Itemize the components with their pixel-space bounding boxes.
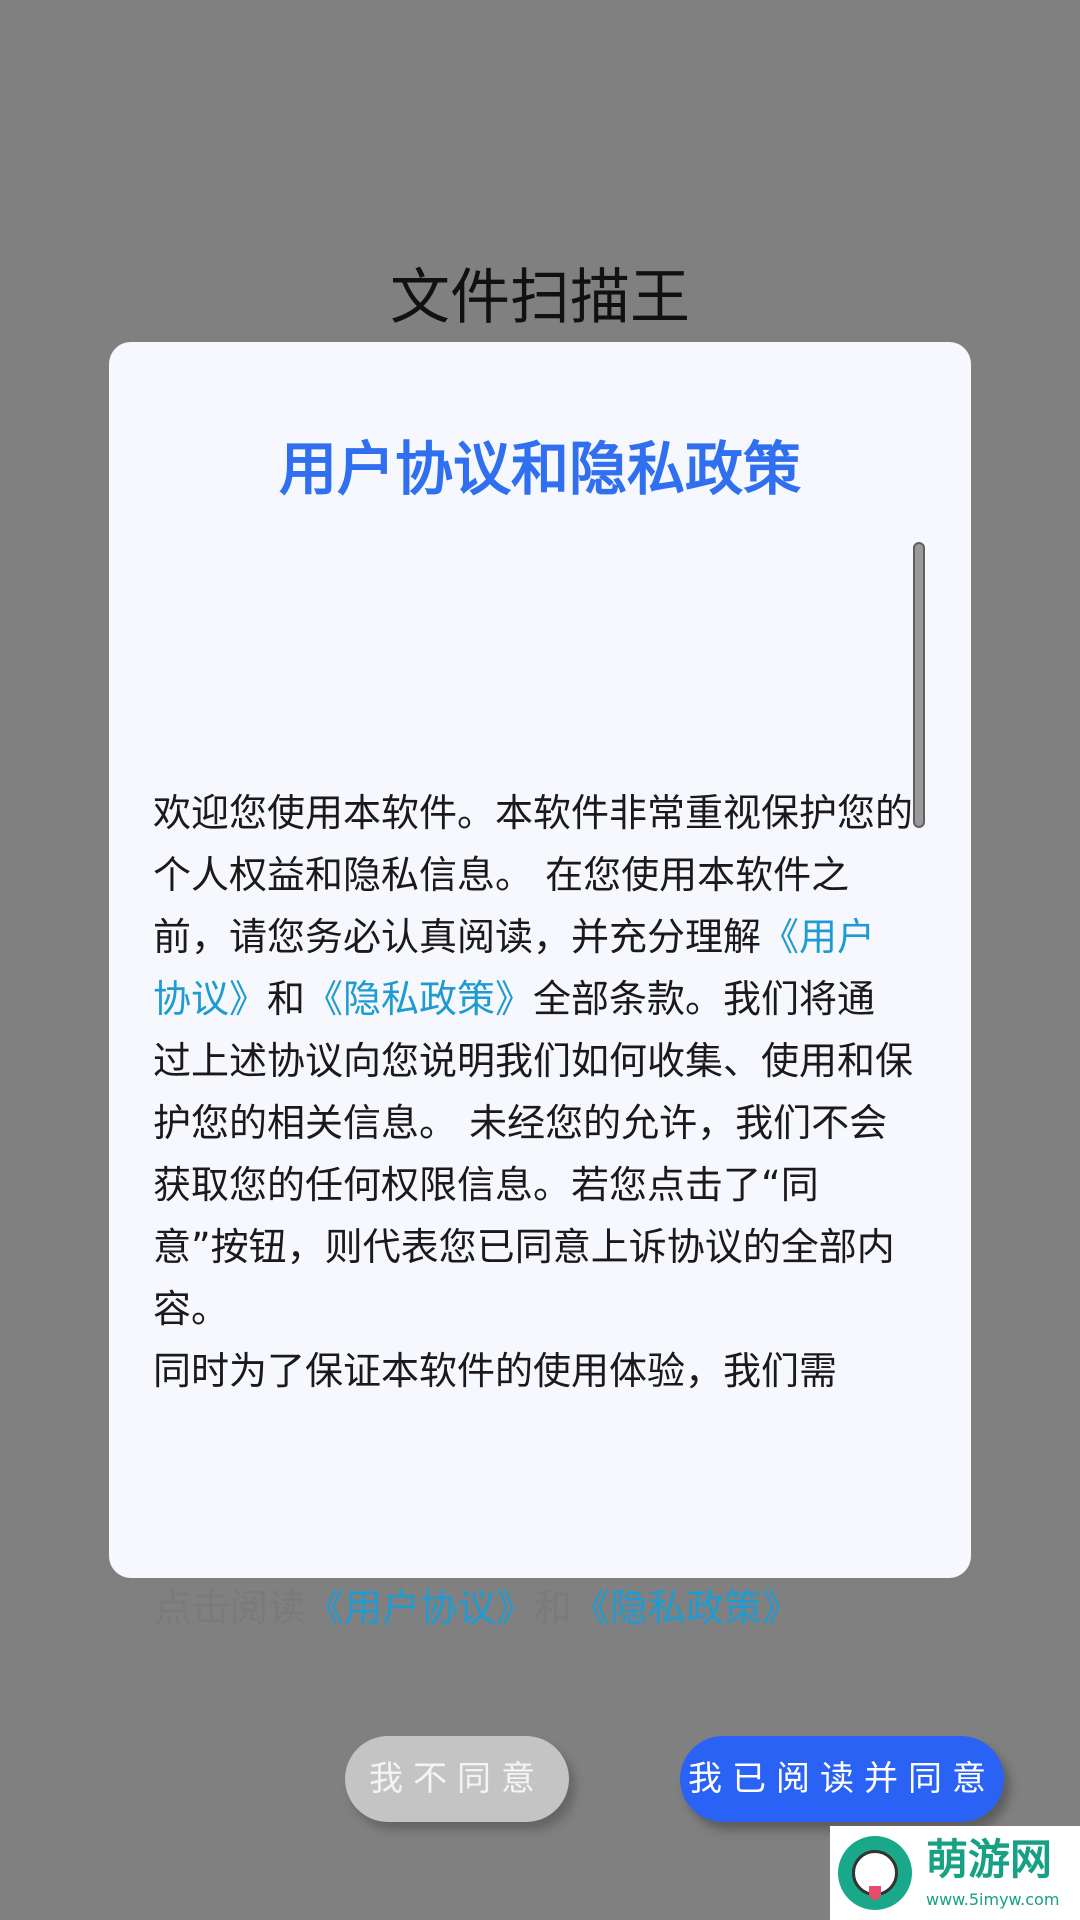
agreement-text: 全部条款。我们将通过上述协议向您说明我们如何收集、使用和保护您的相关信息。 未经… [153,977,914,1331]
consent-row: 点击阅读《用户协议》和《隐私政策》 [154,1578,934,1638]
consent-prefix: 点击阅读 [154,1586,307,1630]
agreement-body: 欢迎您使用本软件。本软件非常重视保护您的个人权益和隐私信息。 在您使用本软件之前… [153,782,913,1402]
scrollbar-thumb[interactable] [913,542,925,828]
agreement-paragraph-1: 欢迎您使用本软件。本软件非常重视保护您的个人权益和隐私信息。 在您使用本软件之前… [153,782,913,1340]
agreement-scroll-area[interactable]: 欢迎您使用本软件。本软件非常重视保护您的个人权益和隐私信息。 在您使用本软件之前… [153,542,933,1534]
app-title: 文件扫描王 [390,263,690,333]
dialog-title: 用户协议和隐私政策 [278,435,801,503]
agree-button[interactable]: 我已阅读并同意 [680,1736,1004,1822]
privacy-dialog: 用户协议和隐私政策 欢迎您使用本软件。本软件非常重视保护您的个人权益和隐私信息。… [109,342,1004,1822]
watermark-name: 萌游网 [926,1835,1053,1884]
consent-and: 和 [534,1586,573,1630]
agreement-paragraph-2: 同时为了保证本软件的使用体验，我们需 [153,1349,838,1393]
conjunction-text: 和 [267,977,306,1021]
disagree-button[interactable]: 我不同意 [345,1736,569,1822]
watermark: 萌游网 www.5imyw.com [830,1826,1080,1920]
privacy-policy-link[interactable]: 《隐私政策》 [305,977,533,1021]
dog-mascot-icon [838,1836,912,1910]
watermark-url: www.5imyw.com [926,1890,1060,1909]
consent-user-agreement-link[interactable]: 《用户协议》 [306,1586,534,1630]
consent-privacy-policy-link[interactable]: 《隐私政策》 [572,1586,800,1630]
